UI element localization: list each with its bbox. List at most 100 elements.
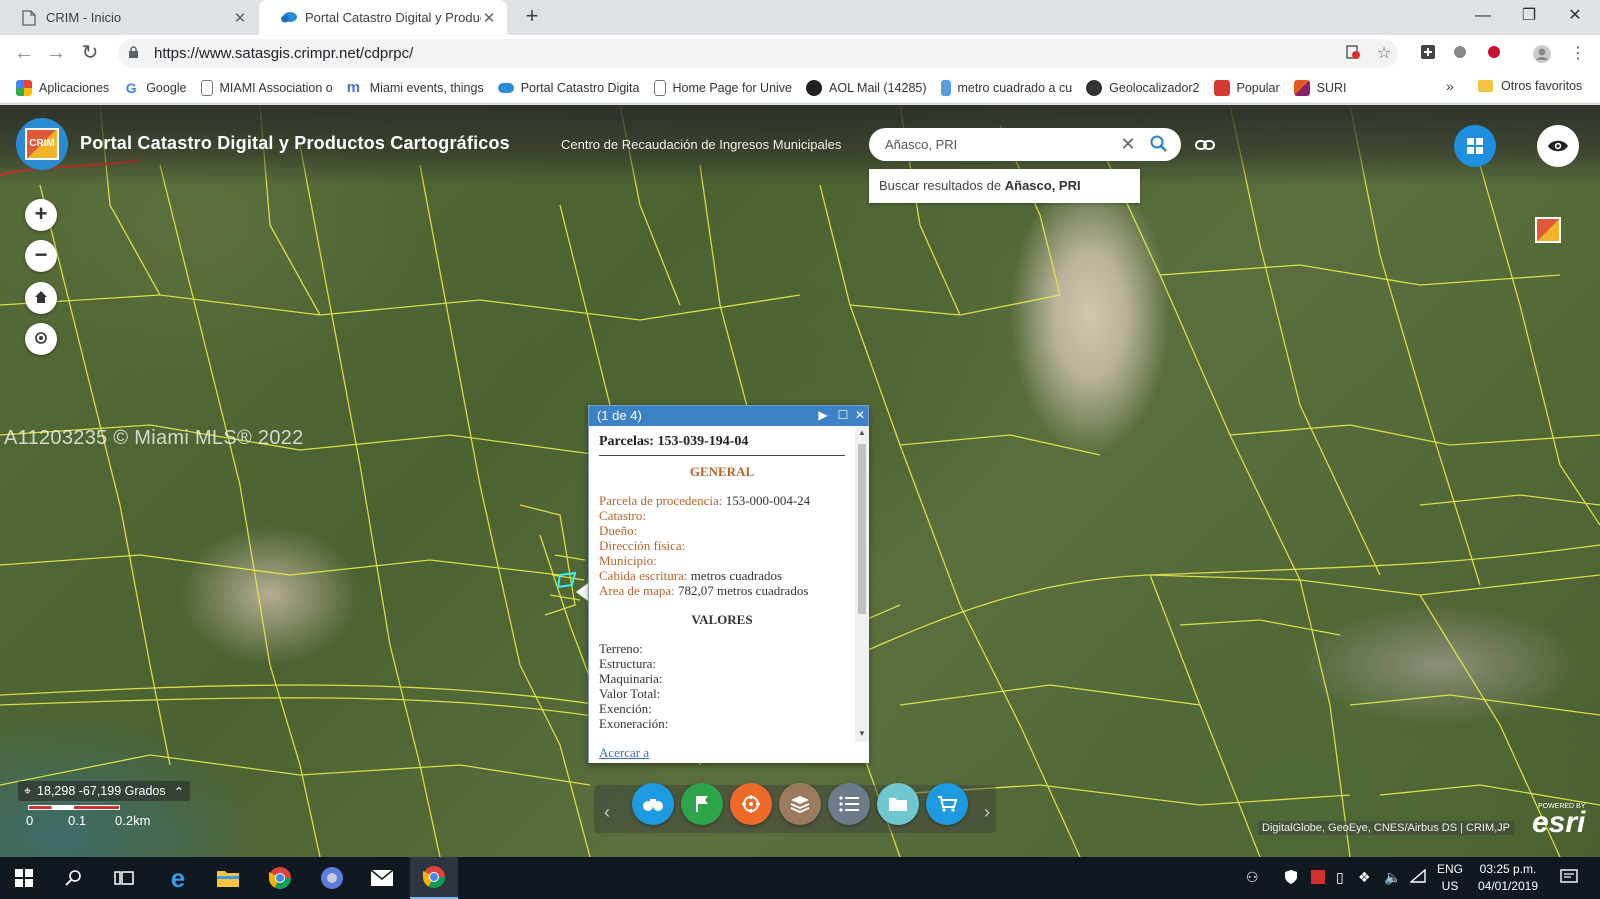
- shield-icon[interactable]: [1284, 869, 1298, 888]
- reload-button[interactable]: ↻: [76, 40, 104, 68]
- bookmark-item[interactable]: Geolocalizador2: [1086, 79, 1200, 96]
- app-title: Portal Catastro Digital y Productos Cart…: [80, 133, 510, 153]
- clear-icon[interactable]: ✕: [1118, 134, 1138, 154]
- device-icon[interactable]: ▯: [1336, 869, 1344, 886]
- apps-grid-button[interactable]: [1454, 125, 1496, 167]
- list-tool-button[interactable]: [828, 783, 870, 825]
- lastpass-icon[interactable]: [1484, 44, 1504, 64]
- cart-tool-button[interactable]: [926, 783, 968, 825]
- file-explorer-button[interactable]: [204, 857, 252, 899]
- back-button[interactable]: ←: [10, 40, 38, 68]
- scroll-up-arrow[interactable]: ▲: [857, 428, 867, 437]
- zoom-in-button[interactable]: +: [25, 199, 57, 231]
- task-view-icon: [114, 871, 134, 885]
- toolbelt-next-arrow[interactable]: ›: [984, 802, 990, 823]
- bookmark-item[interactable]: AOL Mail (14285): [806, 79, 927, 96]
- window-close-button[interactable]: ✕: [1552, 0, 1598, 33]
- language-indicator[interactable]: ENG US: [1434, 861, 1466, 895]
- clock[interactable]: 03:25 p.m. 04/01/2019: [1470, 861, 1546, 895]
- mail-icon: [370, 869, 394, 886]
- new-tab-button[interactable]: +: [520, 5, 544, 29]
- task-view-button[interactable]: [100, 857, 148, 899]
- extension-icon[interactable]: [1418, 44, 1438, 64]
- popup-footer: Acercar a: [589, 742, 869, 763]
- notifications-icon[interactable]: [1560, 869, 1578, 888]
- address-bar[interactable]: https://www.satasgis.crimpr.net/cdprpc/: [118, 39, 1398, 68]
- bookmark-item[interactable]: Home Page for Unive: [653, 79, 792, 96]
- antivirus-icon[interactable]: [1310, 869, 1326, 888]
- locate-icon: [35, 332, 47, 344]
- browser-toolbar: ← → ↻ https://www.satasgis.crimpr.net/cd…: [0, 35, 1600, 72]
- other-favorites[interactable]: Otros favoritos: [1478, 79, 1582, 93]
- chevron-up-icon[interactable]: ⌃: [174, 784, 184, 799]
- bookmarks-bar: Aplicaciones G Google MIAMI Association o…: [0, 72, 1600, 104]
- scroll-down-arrow[interactable]: ▼: [857, 729, 867, 738]
- tab-portal-catastro[interactable]: Portal Catastro Digital y Producto ✕: [259, 0, 507, 35]
- popup-close-button[interactable]: ✕: [852, 407, 868, 423]
- minimize-button[interactable]: —: [1460, 0, 1506, 33]
- close-icon[interactable]: ✕: [232, 9, 248, 27]
- bookmark-item[interactable]: m Miami events, things: [347, 79, 484, 96]
- chrome-active-taskbar-button[interactable]: [410, 857, 458, 899]
- bookmark-item[interactable]: metro cuadrado a cu: [940, 79, 1072, 96]
- list-icon: [839, 796, 859, 812]
- parcel-title: Parcelas: 153-039-194-04: [599, 434, 845, 456]
- binoculars-tool-button[interactable]: [632, 783, 674, 825]
- search-icon[interactable]: [1149, 134, 1169, 154]
- link-icon[interactable]: [1191, 131, 1219, 159]
- chrome-taskbar-button[interactable]: [256, 857, 304, 899]
- zoom-out-button[interactable]: −: [25, 240, 57, 272]
- esri-logo[interactable]: POWERED BY esri: [1532, 803, 1585, 838]
- bookmark-item[interactable]: Popular: [1213, 79, 1280, 96]
- popup-scrollbar[interactable]: ▲ ▼: [855, 426, 869, 742]
- folder-icon: [217, 871, 239, 887]
- dropbox-icon[interactable]: ❖: [1358, 869, 1371, 886]
- volume-icon[interactable]: 🔈: [1384, 869, 1401, 886]
- bookmark-item[interactable]: G Google: [123, 80, 187, 96]
- aol-icon: [806, 79, 823, 96]
- start-button[interactable]: [0, 857, 48, 899]
- binoculars-icon: [643, 799, 663, 811]
- scroll-thumb[interactable]: [858, 444, 866, 614]
- chrome-icon: [269, 867, 291, 889]
- bookmark-item[interactable]: Aplicaciones: [16, 79, 109, 96]
- search-input[interactable]: [885, 137, 1115, 152]
- bookmark-item[interactable]: SURI: [1293, 79, 1346, 96]
- profile-avatar-icon[interactable]: [1532, 44, 1552, 64]
- measure-tool-button[interactable]: [730, 783, 772, 825]
- zoom-to-link[interactable]: Acercar a: [599, 745, 649, 760]
- search-suggestion[interactable]: Buscar resultados de Añasco, PRI: [869, 169, 1140, 203]
- map-view[interactable]: CRIM Portal Catastro Digital y Productos…: [0, 105, 1600, 857]
- menu-icon[interactable]: ⋮: [1568, 44, 1588, 64]
- folder-tool-button[interactable]: [877, 783, 919, 825]
- toolbelt-prev-arrow[interactable]: ‹: [604, 802, 610, 823]
- more-bookmarks-button[interactable]: »: [1446, 78, 1454, 94]
- layers-tool-button[interactable]: [779, 783, 821, 825]
- mail-taskbar-button[interactable]: [358, 857, 406, 899]
- cortana-app-button[interactable]: [308, 857, 356, 899]
- crim-logo[interactable]: CRIM: [16, 118, 68, 170]
- locate-button[interactable]: [25, 323, 57, 355]
- next-feature-button[interactable]: ▶: [815, 407, 831, 423]
- maximize-button[interactable]: ☐: [835, 407, 851, 423]
- selected-parcel[interactable]: [556, 571, 577, 589]
- flag-tool-button[interactable]: [681, 783, 723, 825]
- wifi-icon[interactable]: [1409, 868, 1426, 886]
- app-header: CRIM Portal Catastro Digital y Productos…: [0, 105, 1600, 185]
- extension-2-icon[interactable]: [1450, 44, 1470, 64]
- blocked-popup-icon[interactable]: [1343, 44, 1363, 64]
- coordinates-readout[interactable]: ⌖ 18,298 -67,199 Grados ⌃: [18, 781, 191, 801]
- visibility-button[interactable]: [1537, 125, 1579, 167]
- star-icon[interactable]: ☆: [1374, 44, 1394, 64]
- bookmark-item[interactable]: Portal Catastro Digita: [497, 81, 640, 95]
- close-icon[interactable]: ✕: [481, 9, 497, 27]
- crim-mini-logo: [1535, 217, 1561, 243]
- tab-crim-inicio[interactable]: CRIM - Inicio ✕: [0, 0, 258, 35]
- edge-taskbar-button[interactable]: e: [154, 857, 202, 899]
- home-button[interactable]: [25, 282, 57, 314]
- bookmark-item[interactable]: MIAMI Association o: [200, 79, 333, 96]
- restore-button[interactable]: ❐: [1506, 0, 1552, 33]
- forward-button[interactable]: →: [42, 40, 70, 68]
- taskbar-search-button[interactable]: [50, 857, 98, 899]
- people-icon[interactable]: ⚇: [1246, 869, 1259, 886]
